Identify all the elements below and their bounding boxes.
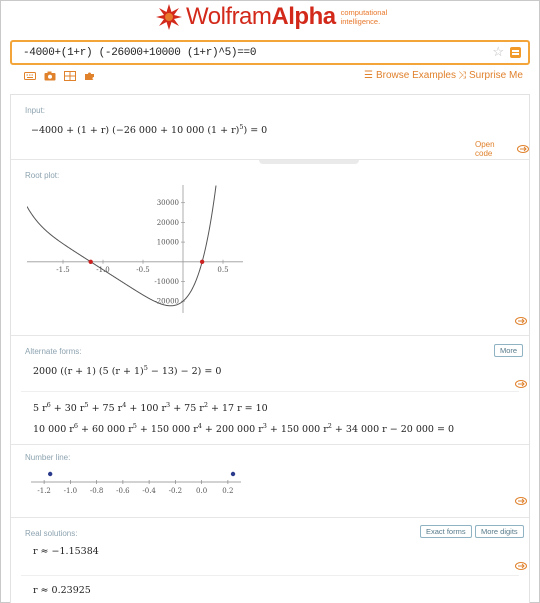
more-button[interactable]: More bbox=[494, 344, 524, 357]
exact-forms-button[interactable]: Exact forms bbox=[420, 525, 472, 538]
root-plot-chart: -1.5 -1.0 -0.5 0.5300002000010000-10000-200… bbox=[27, 185, 243, 313]
open-code-label: Open code bbox=[475, 140, 495, 158]
query-input[interactable]: -4000+(1+r) (-26000+10000 (1+r)^5)==0 ☆ bbox=[10, 40, 530, 65]
subpod-divider bbox=[21, 391, 519, 392]
x-tick-label: 0.5 bbox=[217, 266, 228, 274]
number-line-tick-label: -1.0 bbox=[64, 487, 78, 495]
root-point bbox=[88, 259, 93, 264]
shuffle-icon: ⤨ bbox=[458, 70, 466, 81]
open-code-link[interactable]: Open code bbox=[475, 140, 529, 158]
y-tick-label: -10000 bbox=[154, 278, 179, 286]
x-tick-label: -1.5 bbox=[56, 266, 70, 274]
surprise-me-link[interactable]: ⤨ Surprise Me bbox=[458, 70, 523, 81]
logo-wolfram-text: Wolfram bbox=[186, 3, 272, 30]
number-line-title: Number line: bbox=[25, 453, 71, 462]
pod-divider bbox=[11, 159, 529, 160]
alternate-forms-title: Alternate forms: bbox=[25, 347, 82, 356]
browse-examples-label: Browse Examples bbox=[375, 70, 456, 81]
open-code-arrow-icon bbox=[517, 145, 529, 153]
y-tick-label: 20000 bbox=[157, 219, 179, 227]
tagline-line-1: computational bbox=[340, 8, 388, 17]
x-tick-label: -0.5 bbox=[136, 266, 150, 274]
query-text[interactable]: -4000+(1+r) (-26000+10000 (1+r)^5)==0 bbox=[23, 47, 256, 59]
alternate-form-3: 10 000 r6 + 60 000 r5 + 150 000 r4 + 200… bbox=[33, 422, 454, 435]
number-line-tick-label: -0.6 bbox=[116, 487, 130, 495]
pod-divider bbox=[11, 335, 529, 336]
more-digits-button[interactable]: More digits bbox=[475, 525, 524, 538]
real-solutions-title: Real solutions: bbox=[25, 529, 78, 538]
favorite-star-icon[interactable]: ☆ bbox=[492, 44, 504, 60]
form1-math: 2000 ((r + 1) (5 (r + 1) bbox=[33, 366, 144, 377]
y-tick-label: -20000 bbox=[154, 298, 179, 306]
number-line-tick-label: -0.2 bbox=[169, 487, 183, 495]
number-line-point bbox=[47, 471, 53, 477]
number-line-action-icon[interactable] bbox=[515, 497, 527, 505]
keyboard-icon[interactable] bbox=[24, 71, 36, 81]
number-line-chart: -1.2 -1.0 -0.8 -0.6 -0.4 -0.2 0.0 0.2 bbox=[31, 471, 241, 495]
alternate-form-1: 2000 ((r + 1) (5 (r + 1)5 − 13) − 2) = 0 bbox=[33, 364, 221, 377]
grid-icon[interactable] bbox=[64, 71, 76, 81]
input-expression: −4000 + (1 + r) (−26 000 + 10 000 (1 + r… bbox=[31, 123, 267, 136]
number-line-tick-label: -1.2 bbox=[37, 487, 51, 495]
input-mode-toolbar bbox=[24, 71, 96, 81]
series-line bbox=[27, 185, 217, 307]
pod-divider bbox=[11, 517, 529, 518]
root-plot-action-icon[interactable] bbox=[515, 317, 527, 325]
logo-tagline: computational intelligence. bbox=[341, 8, 388, 26]
results-area: Input: −4000 + (1 + r) (−26 000 + 10 000… bbox=[10, 94, 530, 603]
solution-1-action-icon[interactable] bbox=[515, 562, 527, 570]
solution-1: r ≈ −1.15384 bbox=[33, 546, 99, 557]
solution-2: r ≈ 0.23925 bbox=[33, 585, 91, 596]
logo-alpha-text: Alpha bbox=[271, 3, 336, 30]
root-point bbox=[199, 259, 205, 264]
puzzle-icon[interactable] bbox=[84, 71, 96, 81]
alternate-forms-action-icon[interactable] bbox=[515, 380, 527, 388]
y-tick-label: 30000 bbox=[157, 199, 179, 207]
number-line-tick-label: -0.4 bbox=[142, 487, 156, 495]
input-pod-title: Input: bbox=[25, 106, 46, 115]
y-tick-label: 10000 bbox=[157, 239, 179, 247]
input-math: −4000 + (1 + r) (−26 000 + 10 000 (1 + r… bbox=[31, 125, 240, 136]
wolfram-alpha-logo[interactable]: Wolfram Alpha computational intelligence. bbox=[156, 2, 387, 32]
root-plot-title: Root plot: bbox=[25, 171, 60, 180]
number-line-tick-label: -0.8 bbox=[90, 487, 104, 495]
browse-examples-link[interactable]: ☰ Browse Examples bbox=[364, 70, 456, 81]
input-math-tail: ) = 0 bbox=[243, 125, 268, 136]
spikey-star-icon bbox=[156, 4, 182, 30]
compute-equals-icon[interactable] bbox=[510, 47, 521, 58]
tagline-line-2: intelligence. bbox=[340, 17, 381, 26]
pod-divider bbox=[11, 444, 529, 445]
subpod-divider bbox=[21, 575, 519, 576]
camera-icon[interactable] bbox=[44, 71, 56, 81]
number-line-point bbox=[230, 471, 236, 477]
list-icon: ☰ bbox=[364, 70, 373, 81]
number-line-tick-label: 0.0 bbox=[196, 487, 207, 495]
pod-divider-tab bbox=[259, 160, 359, 164]
alternate-form-2: 5 r6 + 30 r5 + 75 r4 + 100 r3 + 75 r2 + … bbox=[33, 401, 268, 414]
surprise-me-label: Surprise Me bbox=[469, 70, 523, 81]
form1-tail: − 13) − 2) = 0 bbox=[147, 366, 222, 377]
number-line-tick-label: 0.2 bbox=[222, 487, 233, 495]
